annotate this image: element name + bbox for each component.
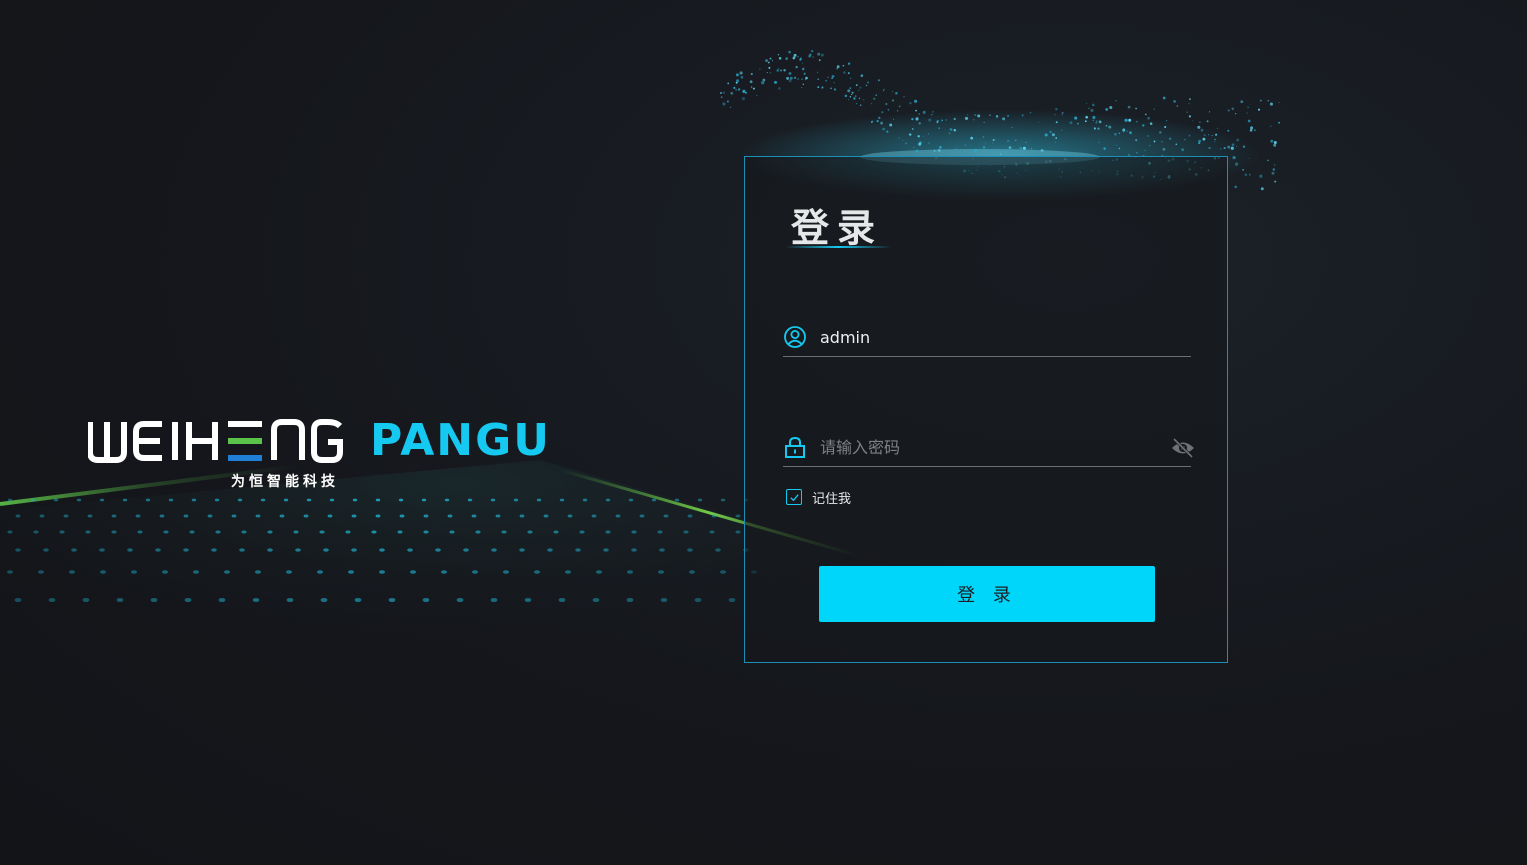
login-title: 登录: [791, 206, 884, 250]
weiheng-logo: [88, 419, 343, 463]
login-page: PANGU 为恒智能科技 登录 admin 记住我 登 录: [0, 0, 1527, 865]
username-input[interactable]: [820, 324, 1160, 350]
remember-me[interactable]: 记住我: [786, 487, 851, 507]
username-field: [783, 320, 1191, 357]
login-panel: 登录 admin 记住我 登 录: [744, 156, 1228, 663]
title-underline: [785, 246, 891, 248]
password-field: [783, 430, 1194, 467]
user-circle-icon: [784, 326, 806, 348]
remember-me-label: 记住我: [812, 491, 852, 507]
checkmark-icon: [789, 493, 799, 501]
login-button[interactable]: 登 录: [819, 566, 1155, 622]
product-name: PANGU: [370, 415, 551, 466]
company-subtitle: 为恒智能科技: [231, 474, 339, 490]
brand-block: PANGU 为恒智能科技: [88, 415, 551, 498]
eye-off-icon[interactable]: [1171, 438, 1195, 458]
remember-me-checkbox[interactable]: [786, 489, 802, 505]
password-input[interactable]: [820, 434, 1160, 460]
lock-icon: [785, 436, 805, 458]
